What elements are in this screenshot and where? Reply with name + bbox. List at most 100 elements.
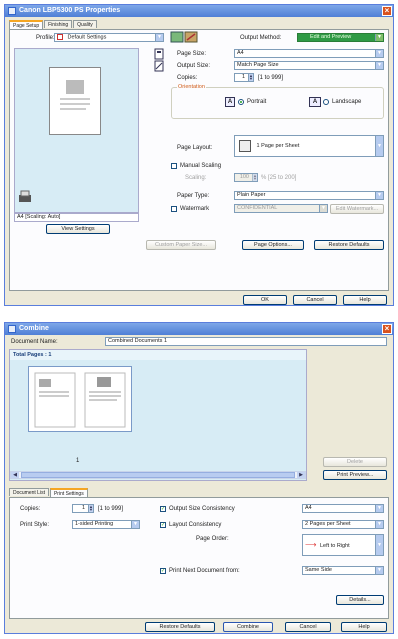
layout-value: 2 Pages per Sheet: [305, 521, 351, 527]
print-next-document-checkbox[interactable]: ✓: [160, 568, 166, 574]
page-layout-select[interactable]: 1 Page per Sheet ▼: [234, 135, 384, 157]
output-size-value: A4: [305, 505, 312, 511]
document-name-input[interactable]: Combined Documents 1: [105, 337, 387, 346]
page-order-select[interactable]: ⟶ Left to Right ▼: [302, 534, 384, 556]
layout-select[interactable]: 2 Pages per Sheet ▼: [302, 520, 384, 529]
cancel-button[interactable]: Cancel: [285, 622, 331, 632]
chevron-down-icon: ▼: [319, 205, 327, 212]
output-size-select[interactable]: A4 ▼: [302, 504, 384, 513]
copies-range: [1 to 999]: [258, 75, 284, 81]
chevron-down-icon: ▼: [375, 34, 383, 41]
tab-page-setup[interactable]: Page Setup: [9, 20, 44, 29]
copies-value: 1: [81, 505, 85, 511]
manual-scaling-label: Manual Scaling: [180, 163, 222, 169]
page-size-value: A4: [237, 50, 244, 56]
profile-edit-icons[interactable]: [170, 31, 200, 43]
manual-scaling-checkbox[interactable]: [171, 163, 177, 169]
tab-strip: Page Setup Finishing Quality: [9, 20, 98, 29]
layout-consistency-checkbox[interactable]: ✓: [160, 522, 166, 528]
portrait-icon: A: [225, 97, 235, 107]
layout-preview: [14, 48, 139, 213]
scroll-left-icon[interactable]: ◀: [11, 472, 19, 478]
watermark-checkbox[interactable]: [171, 206, 177, 212]
document-thumbnail-area: Total Pages : 1 1 ◀ ▶: [9, 349, 307, 481]
document-name-label: Document Name:: [11, 339, 58, 345]
tab-print-settings[interactable]: Print Settings: [49, 488, 88, 497]
print-style-label: Print Style:: [20, 522, 50, 528]
paper-type-value: Plain Paper: [237, 192, 266, 198]
chevron-down-icon: ▼: [375, 521, 383, 528]
ok-button[interactable]: OK: [243, 295, 287, 305]
landscape-icon: A: [309, 97, 321, 107]
orientation-label: Orientation: [177, 84, 206, 90]
copies-range: [1 to 999]: [98, 506, 124, 512]
print-preview-button[interactable]: Print Preview...: [323, 470, 387, 480]
page-size-select[interactable]: A4 ▼: [234, 49, 384, 58]
combine-button[interactable]: Combine: [223, 622, 273, 632]
chevron-down-icon: ▼: [375, 192, 383, 199]
output-size-value: Match Page Size: [237, 62, 279, 68]
output-size-select[interactable]: Match Page Size ▼: [234, 61, 384, 70]
tab-finishing[interactable]: Finishing: [44, 20, 73, 28]
edit-watermark-button[interactable]: Edit Watermark...: [330, 204, 384, 214]
page-size-icon: [154, 48, 164, 60]
portrait-radio[interactable]: [238, 99, 244, 105]
page-layout-icon: [239, 139, 251, 152]
landscape-radio[interactable]: [323, 99, 329, 105]
page-order-value: Left to Right: [320, 543, 350, 549]
watermark-select[interactable]: CONFIDENTIAL ▼: [234, 204, 328, 213]
output-method-label: Output Method:: [240, 35, 282, 41]
scaling-value: 100: [239, 174, 249, 180]
paper-type-select[interactable]: Plain Paper ▼: [234, 191, 384, 200]
delete-button[interactable]: Delete: [323, 457, 387, 467]
scaling-spinner[interactable]: ▲ ▼: [252, 173, 258, 182]
chevron-down-icon: ▼: [375, 505, 383, 512]
window-title: Combine: [19, 325, 49, 332]
copies-spinner[interactable]: ▲ ▼: [248, 73, 254, 82]
restore-defaults-button[interactable]: Restore Defaults: [314, 240, 384, 250]
view-settings-button[interactable]: View Settings: [46, 224, 110, 234]
tab-document-list[interactable]: Document List: [9, 488, 49, 496]
sheet-thumbnail[interactable]: [28, 366, 132, 432]
custom-paper-size-button[interactable]: Custom Paper Size...: [146, 240, 216, 250]
chevron-down-icon: ▼: [131, 521, 139, 528]
restore-defaults-button[interactable]: Restore Defaults: [145, 622, 215, 632]
combine-dialog: Combine × Document Name: Combined Docume…: [4, 322, 394, 634]
paper-type-label: Paper Type:: [177, 193, 210, 199]
profile-icon: [57, 34, 63, 40]
help-button[interactable]: Help: [341, 622, 387, 632]
output-size-label: Output Size:: [177, 63, 211, 69]
copies-label: Copies:: [20, 506, 41, 512]
cancel-button[interactable]: Cancel: [293, 295, 337, 305]
close-icon[interactable]: ×: [382, 324, 392, 334]
preview-caption: A4 [Scaling: Auto]: [14, 213, 139, 222]
title-bar[interactable]: Canon LBP5300 PS Properties ×: [5, 5, 393, 17]
copies-spinner[interactable]: ▲ ▼: [88, 504, 94, 513]
portrait-label: Portrait: [247, 99, 267, 105]
details-button[interactable]: Details...: [336, 595, 384, 605]
horizontal-scrollbar[interactable]: ◀ ▶: [10, 471, 306, 479]
output-size-consistency-checkbox[interactable]: ✓: [160, 506, 166, 512]
scrollbar-thumb[interactable]: [21, 472, 295, 478]
two-up-pages-icon: [34, 372, 126, 428]
profile-select[interactable]: Default Settings ▼: [54, 33, 164, 42]
page-setup-panel: Profile: Default Settings ▼ Output Metho…: [9, 29, 389, 291]
combine-app-icon: [8, 325, 16, 333]
title-bar[interactable]: Combine ×: [5, 323, 393, 335]
window-title: Canon LBP5300 PS Properties: [19, 7, 121, 14]
print-next-document-select[interactable]: Same Side ▼: [302, 566, 384, 575]
tab-quality[interactable]: Quality: [73, 20, 97, 28]
copies-label: Copies:: [177, 75, 198, 81]
chevron-down-icon: ▼: [375, 567, 383, 574]
close-icon[interactable]: ×: [382, 6, 392, 16]
print-style-select[interactable]: 1-sided Printing ▼: [72, 520, 140, 529]
preview-page: [49, 67, 101, 135]
page-order-label: Page Order:: [196, 536, 229, 542]
page-options-button[interactable]: Page Options...: [242, 240, 304, 250]
help-button[interactable]: Help: [343, 295, 387, 305]
output-method-select[interactable]: Edit and Preview ▼: [297, 33, 384, 42]
thumbnail-page-number: 1: [76, 458, 80, 464]
print-next-document-label: Print Next Document from:: [169, 568, 240, 574]
output-size-icon: [154, 60, 164, 72]
scroll-right-icon[interactable]: ▶: [297, 472, 305, 478]
